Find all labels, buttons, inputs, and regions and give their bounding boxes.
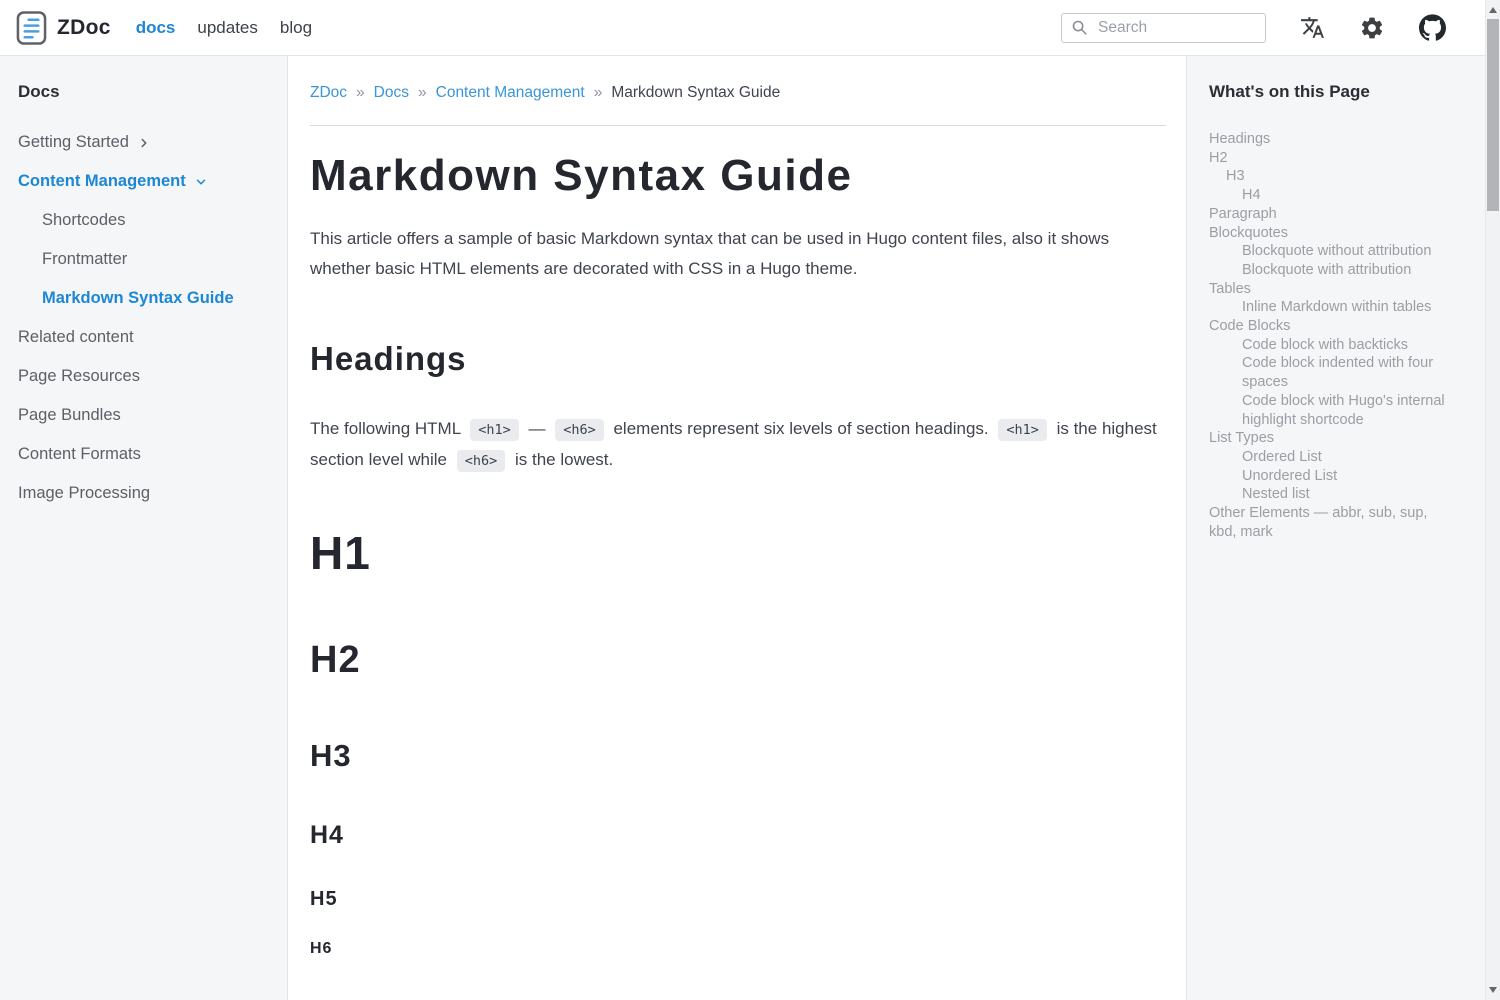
toc-item-h2[interactable]: H2 <box>1209 149 1473 168</box>
paragraph-text: The following HTML <box>310 419 465 438</box>
toc-item-other-elements-abbr-sub-sup-kbd-mark[interactable]: Other Elements — abbr, sub, sup, kbd, ma… <box>1209 504 1473 541</box>
sidebar-item-label: Frontmatter <box>42 250 127 268</box>
sidebar-item-getting-started[interactable]: Getting Started <box>18 133 269 151</box>
breadcrumb-markdown-syntax-guide: Markdown Syntax Guide <box>611 84 780 102</box>
sidebar-item-content-management[interactable]: Content Management <box>18 172 269 190</box>
breadcrumb-docs[interactable]: Docs <box>374 84 409 102</box>
search-input[interactable] <box>1096 18 1256 38</box>
toc-item-unordered-list[interactable]: Unordered List <box>1209 467 1473 486</box>
sidebar-item-related-content[interactable]: Related content <box>18 328 269 346</box>
demo-heading-h6: H6 <box>310 940 1166 958</box>
sidebar-item-label: Page Resources <box>18 367 140 385</box>
chevron-down-icon <box>194 175 208 189</box>
toc-item-h3[interactable]: H3 <box>1209 167 1473 186</box>
sidebar-item-label: Content Management <box>18 172 186 190</box>
sidebar-item-label: Getting Started <box>18 133 129 151</box>
toc-title: What's on this Page <box>1209 82 1473 102</box>
sidebar-item-label: Shortcodes <box>42 211 125 229</box>
github-icon[interactable] <box>1419 14 1446 41</box>
breadcrumb-separator: » <box>356 84 365 102</box>
inline-code-chip: <h6> <box>555 419 604 441</box>
breadcrumb-separator: » <box>418 84 427 102</box>
brand[interactable]: ZDoc <box>16 10 111 46</box>
navbar-actions <box>1061 13 1485 43</box>
sidebar-item-label: Content Formats <box>18 445 141 463</box>
breadcrumb-divider <box>310 125 1166 126</box>
demo-heading-h1: H1 <box>310 528 1166 579</box>
page-title: Markdown Syntax Guide <box>310 151 1166 202</box>
search-icon <box>1071 19 1088 36</box>
sidebar-item-content-formats[interactable]: Content Formats <box>18 445 269 463</box>
article-content: ZDoc » Docs » Content Management » Markdown Sy… <box>289 56 1186 1000</box>
translate-icon[interactable] <box>1300 15 1325 40</box>
section-heading-headings: Headings <box>310 340 1166 378</box>
toc-item-h4[interactable]: H4 <box>1209 186 1473 205</box>
brand-title: ZDoc <box>57 16 111 40</box>
main-nav: docsupdatesblog <box>125 18 323 38</box>
toc-panel: What's on this Page HeadingsH2H3H4Paragr… <box>1186 56 1485 1000</box>
nav-link-updates[interactable]: updates <box>186 18 269 38</box>
scrollbar-down-arrow[interactable] <box>1489 987 1497 993</box>
toc-item-blockquote-with-attribution[interactable]: Blockquote with attribution <box>1209 261 1473 280</box>
sidebar-item-frontmatter[interactable]: Frontmatter <box>18 250 269 268</box>
scrollbar-up-arrow[interactable] <box>1489 7 1497 13</box>
toc-item-code-block-with-backticks[interactable]: Code block with backticks <box>1209 336 1473 355</box>
breadcrumb-separator: » <box>594 84 603 102</box>
sidebar-item-image-processing[interactable]: Image Processing <box>18 484 269 502</box>
toc-item-code-blocks[interactable]: Code Blocks <box>1209 317 1473 336</box>
toc-item-blockquote-without-attribution[interactable]: Blockquote without attribution <box>1209 242 1473 261</box>
headings-description: The following HTML <h1> — <h6> elements … <box>310 414 1166 476</box>
search-box[interactable] <box>1061 13 1266 43</box>
toc-item-code-block-with-hugo-s-internal-highlight-shortcode[interactable]: Code block with Hugo's internal highligh… <box>1209 392 1473 429</box>
inline-code-chip: <h6> <box>457 450 506 472</box>
sidebar-title: Docs <box>18 82 269 102</box>
toc-item-paragraph[interactable]: Paragraph <box>1209 205 1473 224</box>
sidebar-item-page-resources[interactable]: Page Resources <box>18 367 269 385</box>
demo-heading-h4: H4 <box>310 822 1166 850</box>
demo-heading-h3: H3 <box>310 739 1166 773</box>
demo-heading-h2: H2 <box>310 640 1166 682</box>
scrollbar-thumb[interactable] <box>1487 19 1499 211</box>
paragraph-text: is the lowest. <box>510 450 613 469</box>
settings-gear-icon[interactable] <box>1359 15 1385 41</box>
demo-heading-h5: H5 <box>310 888 1166 910</box>
sidebar-item-shortcodes[interactable]: Shortcodes <box>18 211 269 229</box>
top-navbar: ZDoc docsupdatesblog <box>0 0 1485 56</box>
chevron-right-icon <box>137 136 151 150</box>
inline-code-chip: <h1> <box>998 419 1047 441</box>
inline-code-chip: <h1> <box>470 419 519 441</box>
toc-item-code-block-indented-with-four-spaces[interactable]: Code block indented with four spaces <box>1209 354 1473 391</box>
toc-item-ordered-list[interactable]: Ordered List <box>1209 448 1473 467</box>
paragraph-text: — <box>524 419 550 438</box>
sidebar-item-label: Markdown Syntax Guide <box>42 289 234 307</box>
sidebar-item-label: Related content <box>18 328 134 346</box>
nav-link-docs[interactable]: docs <box>125 18 187 38</box>
paragraph-text: elements represent six levels of section… <box>609 419 994 438</box>
nav-link-blog[interactable]: blog <box>269 18 323 38</box>
toc-item-tables[interactable]: Tables <box>1209 280 1473 299</box>
sidebar-item-markdown-syntax-guide[interactable]: Markdown Syntax Guide <box>18 289 269 307</box>
sidebar-item-page-bundles[interactable]: Page Bundles <box>18 406 269 424</box>
sidebar-item-label: Page Bundles <box>18 406 121 424</box>
article-lead: This article offers a sample of basic Ma… <box>310 224 1166 284</box>
toc-item-blockquotes[interactable]: Blockquotes <box>1209 224 1473 243</box>
docs-sidebar: Docs Getting Started Content Management Sh… <box>0 56 288 1000</box>
toc-item-inline-markdown-within-tables[interactable]: Inline Markdown within tables <box>1209 298 1473 317</box>
breadcrumb-content-management[interactable]: Content Management <box>436 84 585 102</box>
breadcrumb-zdoc[interactable]: ZDoc <box>310 84 347 102</box>
document-logo-icon <box>16 10 47 46</box>
window-scrollbar[interactable] <box>1485 0 1500 1000</box>
sidebar-item-label: Image Processing <box>18 484 150 502</box>
toc-item-headings[interactable]: Headings <box>1209 130 1473 149</box>
toc-item-list-types[interactable]: List Types <box>1209 429 1473 448</box>
breadcrumb: ZDoc » Docs » Content Management » Markdown Sy… <box>310 84 1166 102</box>
toc-item-nested-list[interactable]: Nested list <box>1209 485 1473 504</box>
